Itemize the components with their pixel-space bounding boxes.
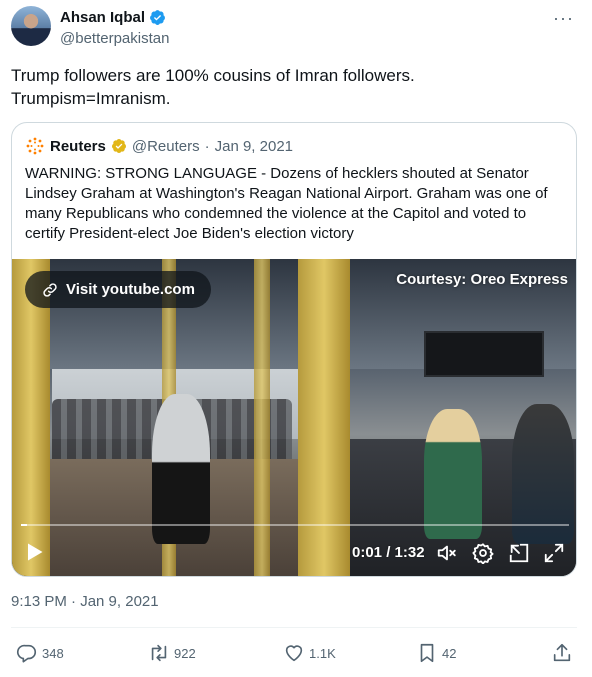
share-button[interactable] [551, 642, 573, 664]
video-progress-fill [21, 524, 28, 526]
reply-button[interactable]: 348 [16, 642, 64, 664]
video-frame-person [512, 404, 574, 544]
gear-icon[interactable] [472, 542, 494, 564]
quoted-separator: · [204, 137, 210, 155]
like-count: 1.1K [309, 645, 336, 661]
quoted-date[interactable]: Jan 9, 2021 [215, 138, 293, 155]
verified-badge-icon [150, 10, 165, 25]
more-options-button[interactable]: ··· [553, 8, 574, 29]
fullscreen-icon[interactable] [543, 542, 565, 564]
quoted-author-name[interactable]: Reuters [50, 138, 106, 155]
author-avatar[interactable] [11, 6, 51, 46]
video-player[interactable]: Visit youtube.com Courtesy: Oreo Express… [12, 259, 576, 576]
visit-youtube-label: Visit youtube.com [66, 281, 195, 298]
quoted-tweet[interactable]: Reuters @Reuters · Jan 9, 2021 WARNING: … [11, 122, 577, 577]
bookmark-count: 42 [442, 645, 457, 661]
video-progress-bar[interactable] [21, 524, 569, 526]
divider [11, 627, 577, 628]
video-time-display: 0:01 / 1:32 [352, 544, 425, 561]
quoted-header: Reuters @Reuters · Jan 9, 2021 [25, 136, 293, 156]
video-frame-monitor [424, 331, 544, 377]
video-frame-pillar [254, 259, 270, 576]
retweet-count: 922 [174, 645, 196, 661]
pip-icon[interactable] [508, 542, 530, 564]
tweet-text: Trump followers are 100% cousins of Imra… [11, 66, 415, 108]
video-courtesy-caption: Courtesy: Oreo Express [396, 271, 568, 288]
action-bar: 348 922 1.1K 42 [0, 640, 592, 668]
author-name-row: Ahsan Iqbal [60, 9, 166, 26]
share-icon [553, 643, 571, 662]
video-frame-person [424, 409, 482, 539]
quoted-author-handle[interactable]: @Reuters [132, 138, 200, 155]
author-name[interactable]: Ahsan Iqbal [60, 9, 145, 26]
verified-gold-badge-icon [111, 139, 126, 153]
play-icon[interactable] [26, 542, 44, 562]
bookmark-button[interactable]: 42 [416, 642, 456, 664]
reuters-logo-icon [26, 137, 44, 155]
quoted-text: WARNING: STRONG LANGUAGE - Dozens of hec… [25, 165, 548, 242]
like-button[interactable]: 1.1K [283, 642, 336, 664]
reply-icon [17, 644, 37, 663]
visit-youtube-button[interactable]: Visit youtube.com [25, 271, 211, 308]
reply-count: 348 [42, 645, 64, 661]
link-icon [43, 282, 57, 297]
retweet-button[interactable]: 922 [148, 642, 196, 664]
tweet-timestamp[interactable]: 9:13 PM · Jan 9, 2021 [11, 593, 159, 610]
author-handle[interactable]: @betterpakistan [60, 30, 169, 47]
bookmark-icon [420, 643, 434, 663]
video-frame-person [152, 394, 210, 544]
retweet-icon [151, 644, 167, 662]
mute-icon[interactable] [436, 542, 458, 564]
heart-icon [285, 645, 303, 662]
video-frame-pillar [298, 259, 350, 576]
